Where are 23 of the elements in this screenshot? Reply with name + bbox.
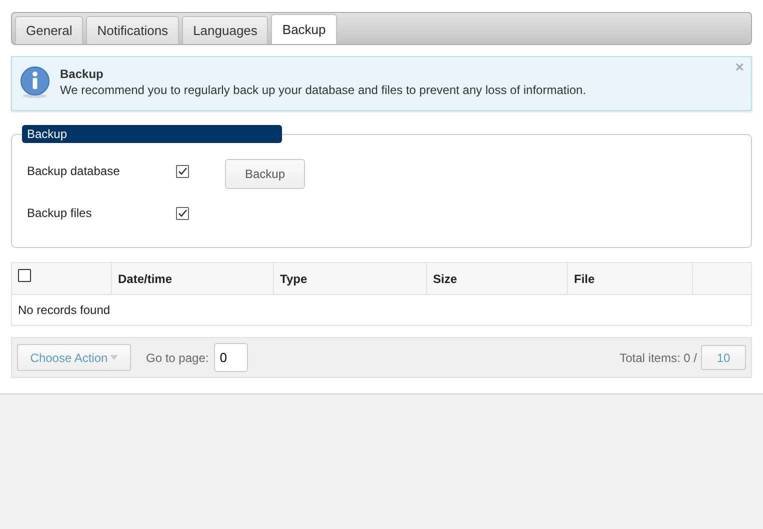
tab[interactable]: Notifications <box>86 16 180 44</box>
column-header[interactable]: Date/time <box>118 272 172 286</box>
empty-message: No records found <box>18 303 110 317</box>
backup-button[interactable]: Backup <box>225 159 305 189</box>
option-label: Backup database <box>27 164 121 178</box>
info-icon <box>18 65 52 99</box>
page-input[interactable]: 0 <box>214 343 248 372</box>
tab[interactable]: General <box>15 16 84 44</box>
column-header[interactable]: Size <box>433 272 458 286</box>
caret-icon <box>110 355 118 360</box>
checkbox[interactable] <box>176 164 189 178</box>
info-title: Backup <box>60 67 104 81</box>
option-label: Backup files <box>27 206 93 220</box>
goto-label: Go to page: <box>146 350 209 364</box>
total-items-label: Total items: 0 / <box>620 350 697 364</box>
column-header[interactable]: File <box>574 272 595 286</box>
tab[interactable]: Languages <box>182 16 268 44</box>
panel-legend: Backup <box>22 125 282 143</box>
tab[interactable]: Backup <box>271 14 337 44</box>
select-all-checkbox[interactable] <box>18 269 31 282</box>
info-message: We recommend you to regularly back up your database and files to prevent any loss of information. <box>60 83 586 97</box>
checkbox[interactable] <box>176 206 189 220</box>
column-header[interactable]: Type <box>280 272 308 286</box>
